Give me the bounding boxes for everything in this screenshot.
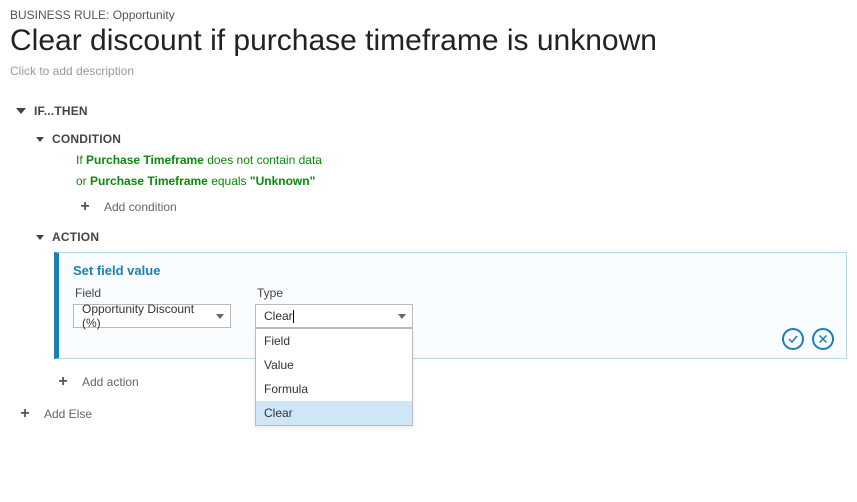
condition-header[interactable]: CONDITION bbox=[36, 132, 847, 146]
dropdown-option-field[interactable]: Field bbox=[256, 329, 412, 353]
dropdown-option-formula[interactable]: Formula bbox=[256, 377, 412, 401]
dropdown-option-value[interactable]: Value bbox=[256, 353, 412, 377]
add-action-button[interactable]: + Add action bbox=[54, 373, 847, 391]
description-placeholder[interactable]: Click to add description bbox=[10, 64, 847, 78]
cancel-button[interactable] bbox=[812, 328, 834, 350]
check-icon bbox=[787, 333, 799, 345]
action-card-title: Set field value bbox=[73, 263, 832, 278]
type-select[interactable]: Clear bbox=[255, 304, 413, 328]
chevron-down-icon bbox=[16, 108, 26, 114]
chevron-down-icon bbox=[216, 314, 224, 319]
condition-field: Purchase Timeframe bbox=[90, 174, 208, 188]
field-select-value: Opportunity Discount (%) bbox=[82, 302, 216, 330]
close-icon bbox=[817, 333, 829, 345]
dropdown-option-clear[interactable]: Clear bbox=[256, 401, 412, 425]
condition-line[interactable]: If Purchase Timeframe does not contain d… bbox=[76, 153, 847, 167]
condition-label: CONDITION bbox=[52, 132, 121, 146]
type-select-value: Clear bbox=[264, 309, 293, 323]
confirm-button[interactable] bbox=[782, 328, 804, 350]
breadcrumb: BUSINESS RULE: Opportunity bbox=[10, 8, 847, 22]
add-condition-label: Add condition bbox=[104, 200, 177, 214]
page-title: Clear discount if purchase timeframe is … bbox=[10, 24, 847, 58]
action-header[interactable]: ACTION bbox=[36, 230, 847, 244]
condition-operator: equals bbox=[208, 174, 250, 188]
plus-icon: + bbox=[76, 198, 94, 216]
chevron-down-icon bbox=[36, 137, 44, 142]
field-select[interactable]: Opportunity Discount (%) bbox=[73, 304, 231, 328]
action-card: Set field value Field Opportunity Discou… bbox=[54, 252, 847, 359]
action-label: ACTION bbox=[52, 230, 99, 244]
chevron-down-icon bbox=[36, 235, 44, 240]
add-else-button[interactable]: + Add Else bbox=[16, 405, 847, 423]
condition-operator: does not contain data bbox=[204, 153, 322, 167]
field-label: Field bbox=[75, 286, 231, 300]
chevron-down-icon bbox=[398, 314, 406, 319]
add-else-label: Add Else bbox=[44, 407, 92, 421]
type-dropdown: Field Value Formula Clear bbox=[255, 328, 413, 426]
condition-keyword: or bbox=[76, 174, 90, 188]
condition-field: Purchase Timeframe bbox=[86, 153, 204, 167]
condition-value: "Unknown" bbox=[250, 174, 315, 188]
condition-keyword: If bbox=[76, 153, 86, 167]
ifthen-header[interactable]: IF...THEN bbox=[16, 104, 847, 118]
ifthen-label: IF...THEN bbox=[34, 104, 88, 118]
type-label: Type bbox=[257, 286, 413, 300]
text-cursor bbox=[293, 310, 294, 323]
condition-line[interactable]: or Purchase Timeframe equals "Unknown" bbox=[76, 174, 847, 188]
plus-icon: + bbox=[16, 405, 34, 423]
plus-icon: + bbox=[54, 373, 72, 391]
add-action-label: Add action bbox=[82, 375, 139, 389]
add-condition-button[interactable]: + Add condition bbox=[76, 198, 847, 216]
